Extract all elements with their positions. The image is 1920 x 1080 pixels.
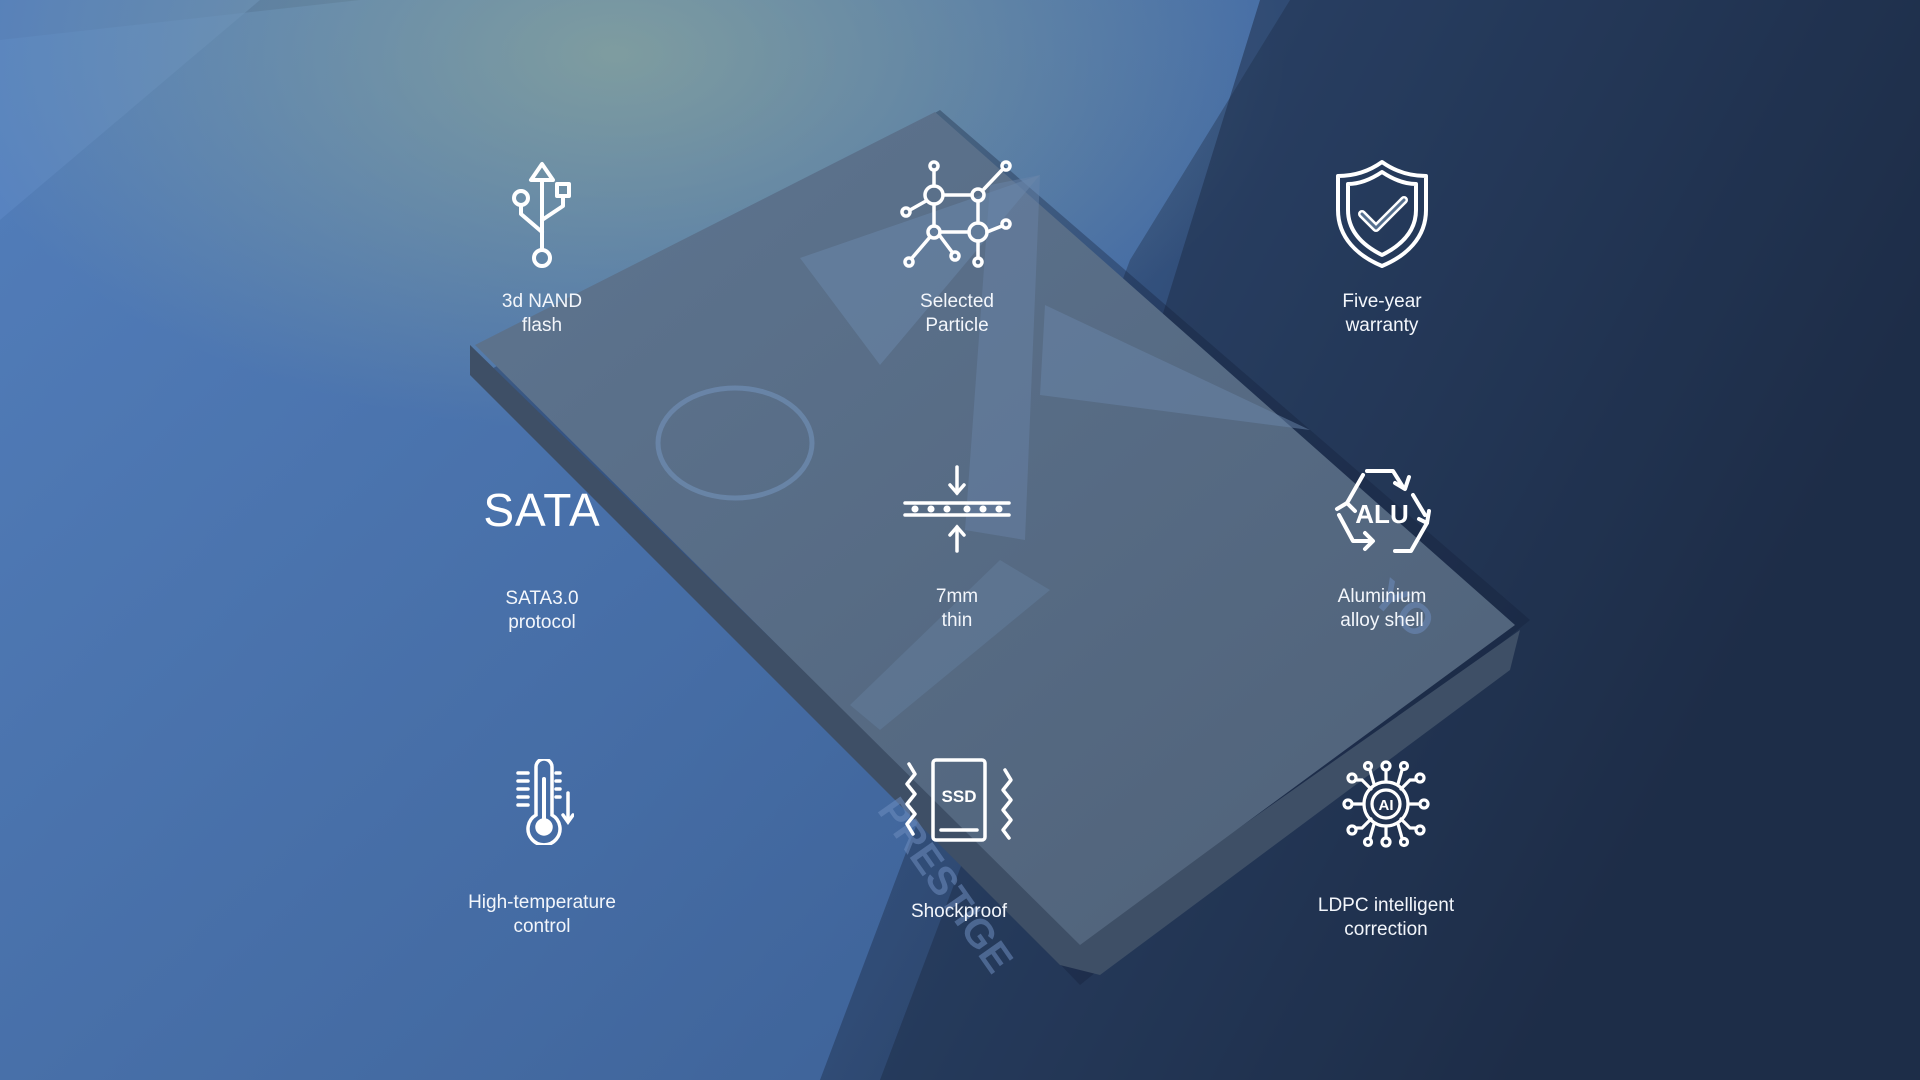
ai-icon-text: AI [1379,797,1394,814]
feature-selected-particle: Selected Particle [807,160,1107,338]
feature-label-sata-protocol: SATA3.0 protocol [505,588,579,633]
sata-text-icon: SATA [483,484,601,536]
feature-five-year-warranty: Five-year warranty [1232,160,1532,338]
recycle-alu-icon: ALU [1335,469,1431,553]
feature-label-five-year-warranty: Five-year warranty [1342,291,1422,336]
ssd-icon-text: SSD [942,787,977,806]
feature-label-high-temperature: High-temperature control [468,892,616,937]
feature-shockproof: SSD Shockproof [809,758,1109,924]
ai-chip-icon: AI [1342,760,1430,848]
feature-label-7mm-thin: 7mm thin [935,586,979,631]
thermometer-icon [516,759,574,845]
thin-compress-icon [903,465,1011,553]
feature-label-selected-particle: Selected Particle [920,291,994,336]
feature-label-shockproof: Shockproof [910,901,1008,922]
feature-high-temperature: High-temperature control [392,759,692,939]
alu-icon-text: ALU [1355,499,1408,529]
network-nodes-icon [899,160,1012,268]
feature-label-ldpc-correction: LDPC intelligent correction [1317,895,1455,940]
shield-check-icon [1336,160,1428,268]
feature-sata-protocol: SATA SATA3.0 protocol [392,465,692,635]
feature-ldpc-correction: AI LDPC intelligent correction [1236,760,1536,942]
feature-3d-nand: 3d NAND flash [392,160,692,338]
feature-label-3d-nand: 3d NAND flash [501,291,583,336]
feature-7mm-thin: 7mm thin [807,465,1107,633]
feature-label-aluminium-shell: Aluminium alloy shell [1337,586,1427,631]
ssd-shock-icon: SSD [905,758,1013,842]
usb-icon [512,162,571,268]
feature-aluminium-shell: ALU Aluminium alloy shell [1232,465,1532,633]
